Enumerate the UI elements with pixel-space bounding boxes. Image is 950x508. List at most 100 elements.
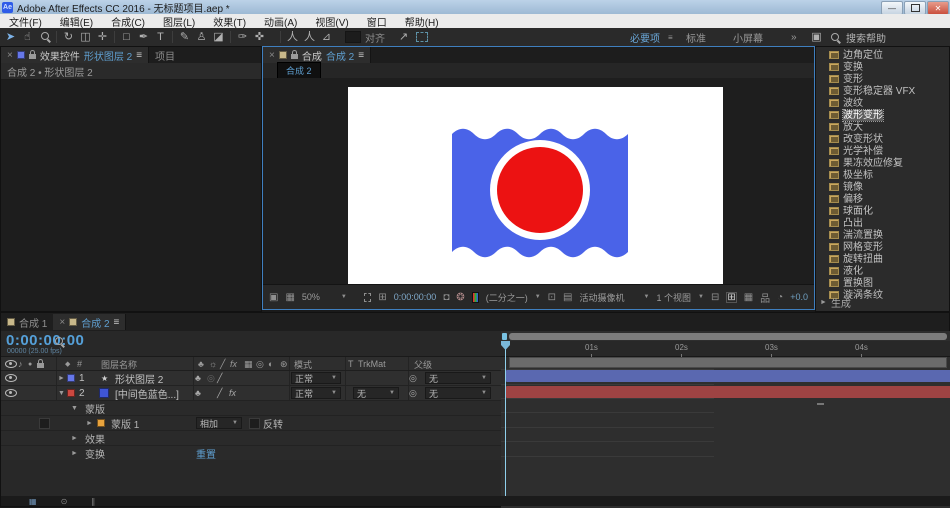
shy-toggle[interactable]: ♣ <box>195 371 205 385</box>
expander-icon[interactable]: ► <box>86 416 93 430</box>
label-chip[interactable] <box>67 386 75 400</box>
expander-icon[interactable]: ▼ <box>71 401 78 415</box>
mask1-row[interactable]: ► 蒙版 1 相加▼ 反转 <box>1 416 501 431</box>
effect-item[interactable]: 偏移 <box>816 193 949 205</box>
effect-item[interactable]: 网格变形 <box>816 241 949 253</box>
close-tab-icon[interactable]: × <box>59 317 65 328</box>
composition-canvas[interactable] <box>348 87 723 285</box>
effect-item[interactable]: 凸出 <box>816 217 949 229</box>
effects-group-row[interactable]: ► 效果 <box>1 431 501 446</box>
viewer-timecode[interactable]: 0:00:00:00 <box>394 292 437 302</box>
timeline-search-icon[interactable] <box>55 337 63 348</box>
effect-item[interactable]: 变形稳定器 VFX <box>816 85 949 97</box>
expander-icon[interactable]: ► <box>71 431 78 445</box>
shy-toggle[interactable]: ♣ <box>195 386 205 400</box>
expander-icon[interactable]: ► <box>820 299 827 306</box>
local-axis-mode-icon[interactable]: 人 <box>284 29 301 46</box>
panel-menu-icon[interactable]: ≡ <box>114 317 120 328</box>
parent-pickwhip-icon[interactable]: ◎ <box>409 371 419 385</box>
mode-dropdown[interactable]: 正常▼ <box>291 371 341 385</box>
world-axis-mode-icon[interactable]: 人 <box>301 29 318 46</box>
tab-comp2[interactable]: × 合成 2 ≡ <box>53 314 126 330</box>
transparency-grid-icon[interactable]: ▤ <box>563 292 572 303</box>
quality-toggle[interactable]: ╱ <box>217 386 227 400</box>
close-tab-icon[interactable]: × <box>269 50 275 61</box>
parent-dropdown[interactable]: 无▼ <box>425 371 491 385</box>
maximize-button[interactable] <box>904 1 926 15</box>
menu-item[interactable]: 合成(C) <box>102 14 154 29</box>
invert-checkbox[interactable] <box>249 416 260 430</box>
trkmat-dropdown[interactable]: 无▼ <box>353 386 399 400</box>
close-tab-icon[interactable]: × <box>7 50 13 61</box>
transform-group-row[interactable]: ► 变换 重置 <box>1 446 501 460</box>
collapse-toggle[interactable]: ◎ <box>207 371 217 385</box>
tab-comp1[interactable]: 合成 1 <box>1 314 53 330</box>
quality-toggle[interactable]: ╱ <box>217 371 227 385</box>
region-of-interest-icon[interactable] <box>364 293 372 302</box>
exposure-icon[interactable]: ◔ <box>777 292 783 303</box>
subtab-comp2[interactable]: 合成 2 <box>277 62 321 79</box>
effect-item[interactable]: 放大 <box>816 121 949 133</box>
shape-tool-icon[interactable]: □ <box>118 29 135 46</box>
fast-previews-icon[interactable]: ⊡ <box>548 292 556 303</box>
resolution-caret-icon[interactable]: ▼ <box>535 294 541 300</box>
rotation-tool-icon[interactable]: ↻ <box>60 29 77 46</box>
close-button[interactable]: ✕ <box>927 1 949 15</box>
workspace-small-screen[interactable]: 小屏幕 <box>733 30 763 45</box>
playhead-line[interactable] <box>505 341 506 501</box>
effect-item[interactable]: 液化 <box>816 265 949 277</box>
layer-name-column-label[interactable]: 图层名称 <box>101 357 137 371</box>
layer-bar-solid[interactable] <box>506 386 950 398</box>
pen-tool-icon[interactable]: ✒ <box>135 29 152 46</box>
effect-item[interactable]: 极坐标 <box>816 169 949 181</box>
view-layout-value[interactable]: 1 个视图 <box>656 291 691 304</box>
zoom-tool-icon[interactable] <box>36 29 53 46</box>
layer-name[interactable]: [中间色蓝色...] <box>115 386 179 400</box>
workspace-standard[interactable]: 标准 <box>686 30 706 45</box>
menu-item[interactable]: 窗口 <box>358 14 396 29</box>
grid-guides-icon[interactable]: ⊞ <box>726 292 736 303</box>
menu-item[interactable]: 视图(V) <box>306 14 357 29</box>
hand-tool-icon[interactable]: ☝ <box>19 29 36 46</box>
clone-stamp-tool-icon[interactable]: ♙ <box>193 29 210 46</box>
label-chip[interactable] <box>67 371 75 385</box>
type-tool-icon[interactable]: T <box>152 29 169 46</box>
masks-group-label[interactable]: 蒙版 <box>85 401 105 415</box>
safe-frames-icon[interactable]: ⊞ <box>378 292 386 303</box>
menu-item[interactable]: 图层(L) <box>154 14 204 29</box>
menu-item[interactable]: 文件(F) <box>0 14 51 29</box>
effects-group-label[interactable]: 效果 <box>85 431 105 445</box>
expander-icon[interactable]: ► <box>58 371 65 385</box>
camera-view-value[interactable]: 活动摄像机 <box>580 291 625 304</box>
effect-item[interactable]: 边角定位 <box>816 49 949 61</box>
lock-icon[interactable] <box>29 54 36 59</box>
effect-item[interactable]: 变形 <box>816 73 949 85</box>
minimize-button[interactable]: — <box>881 1 903 15</box>
mask-mode-dropdown[interactable]: 相加▼ <box>196 416 242 430</box>
resolution-value[interactable]: (二分之一) <box>486 291 528 304</box>
expand-transfer-controls-icon[interactable]: ▦ <box>29 497 37 506</box>
view-layout-caret-icon[interactable]: ▼ <box>698 294 704 300</box>
work-area-bar[interactable] <box>509 357 947 368</box>
camera-caret-icon[interactable]: ▼ <box>644 294 650 300</box>
effect-item[interactable]: 球面化 <box>816 205 949 217</box>
main-viewer-icon[interactable]: ▦ <box>285 292 294 303</box>
menu-item[interactable]: 编辑(E) <box>51 14 102 29</box>
show-snapshot-icon[interactable]: ❂ <box>456 292 464 303</box>
expander-icon[interactable]: ▼ <box>58 386 65 400</box>
panel-menu-icon[interactable]: ≡ <box>136 50 142 61</box>
workspace-essentials[interactable]: 必要项 <box>630 30 660 45</box>
snap-cursor-icon[interactable]: ↗ <box>395 29 412 46</box>
help-search-label[interactable]: 搜索帮助 <box>846 30 886 45</box>
layer-name[interactable]: 形状图层 2 <box>115 371 163 385</box>
mask-name[interactable]: 蒙版 1 <box>111 416 139 430</box>
layer-row-2[interactable]: ▼ 2 [中间色蓝色...] ♣ ╱ fx 正常▼ 无▼ ◎ 无▼ <box>1 386 501 401</box>
mode-dropdown[interactable]: 正常▼ <box>291 386 341 400</box>
layer-bar-shape-layer[interactable] <box>506 370 950 382</box>
tab-project[interactable]: 项目 <box>149 47 181 63</box>
lock-icon[interactable] <box>291 54 298 59</box>
workspace-menu-icon[interactable]: ≡ <box>668 33 673 42</box>
tab-effect-controls[interactable]: × 效果控件 形状图层 2 ≡ <box>1 47 149 63</box>
effect-item[interactable]: 光学补偿 <box>816 145 949 157</box>
effect-item[interactable]: 置换图 <box>816 277 949 289</box>
